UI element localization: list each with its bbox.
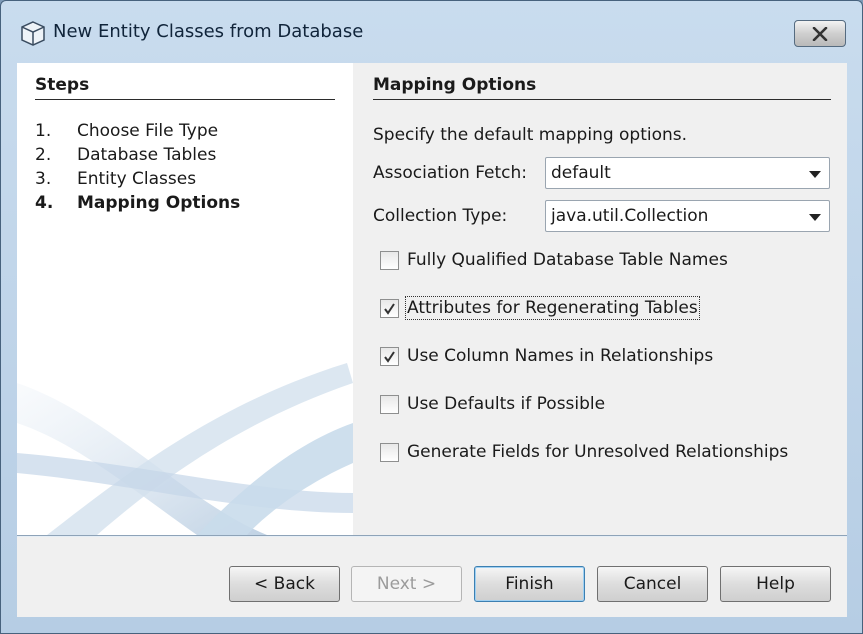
option-label: Use Column Names in Relationships <box>407 346 714 366</box>
option-generate-unresolved-fields[interactable]: Generate Fields for Unresolved Relations… <box>380 442 788 462</box>
finish-button[interactable]: Finish <box>474 566 585 602</box>
step-item-current: 4. Mapping Options <box>35 191 240 215</box>
step-label: Choose File Type <box>77 121 219 141</box>
option-label: Fully Qualified Database Table Names <box>407 250 728 270</box>
option-column-names-relationships[interactable]: Use Column Names in Relationships <box>380 346 713 366</box>
checkbox[interactable] <box>380 346 399 366</box>
checkmark-icon <box>384 302 395 315</box>
wizard-content: Steps 1. Choose File Type 2. Database Ta… <box>17 63 847 535</box>
checkbox[interactable] <box>380 250 399 270</box>
option-fully-qualified-names[interactable]: Fully Qualified Database Table Names <box>380 250 728 270</box>
dialog-window: New Entity Classes from Database Steps 1… <box>0 0 863 634</box>
checkbox[interactable] <box>380 442 399 462</box>
step-item: 1. Choose File Type <box>35 119 240 143</box>
step-number: 3. <box>35 169 52 189</box>
option-attributes-regenerating-tables[interactable]: Attributes for Regenerating Tables <box>380 296 700 320</box>
mapping-options-heading: Mapping Options <box>373 75 831 100</box>
option-label: Use Defaults if Possible <box>407 394 606 414</box>
checkmark-icon <box>384 350 395 363</box>
step-item: 3. Entity Classes <box>35 167 240 191</box>
option-label: Attributes for Regenerating Tables <box>405 296 700 320</box>
association-fetch-value: default <box>551 163 611 183</box>
association-fetch-select[interactable]: default <box>545 157 830 189</box>
steps-heading: Steps <box>35 75 335 100</box>
intro-text: Specify the default mapping options. <box>373 125 688 145</box>
cancel-button[interactable]: Cancel <box>597 566 708 602</box>
next-button[interactable]: Next > <box>351 566 462 602</box>
button-bar: < Back Next > Finish Cancel Help <box>17 537 847 617</box>
decorative-swoosh-graphic <box>17 363 353 535</box>
close-button[interactable] <box>794 20 846 47</box>
title-bar[interactable]: New Entity Classes from Database <box>1 1 862 63</box>
step-label: Database Tables <box>77 145 217 165</box>
collection-type-value: java.util.Collection <box>551 206 709 226</box>
step-number: 2. <box>35 145 52 165</box>
collection-type-select[interactable]: java.util.Collection <box>545 200 830 232</box>
help-button[interactable]: Help <box>720 566 831 602</box>
cube-icon <box>21 21 45 46</box>
steps-list: 1. Choose File Type 2. Database Tables 3… <box>35 119 240 215</box>
collection-type-label: Collection Type: <box>373 206 508 226</box>
step-item: 2. Database Tables <box>35 143 240 167</box>
close-icon <box>812 26 828 41</box>
option-label: Generate Fields for Unresolved Relations… <box>407 442 789 462</box>
back-button[interactable]: < Back <box>229 566 340 602</box>
step-number: 1. <box>35 121 52 141</box>
window-title: New Entity Classes from Database <box>53 21 364 42</box>
option-use-defaults[interactable]: Use Defaults if Possible <box>380 394 605 414</box>
step-label: Mapping Options <box>77 193 241 213</box>
chevron-down-icon <box>809 171 821 178</box>
step-number: 4. <box>35 193 54 213</box>
association-fetch-label: Association Fetch: <box>373 163 528 183</box>
step-label: Entity Classes <box>77 169 197 189</box>
checkbox[interactable] <box>380 298 399 318</box>
chevron-down-icon <box>809 214 821 221</box>
checkbox[interactable] <box>380 394 399 414</box>
steps-panel: Steps 1. Choose File Type 2. Database Ta… <box>17 63 353 535</box>
